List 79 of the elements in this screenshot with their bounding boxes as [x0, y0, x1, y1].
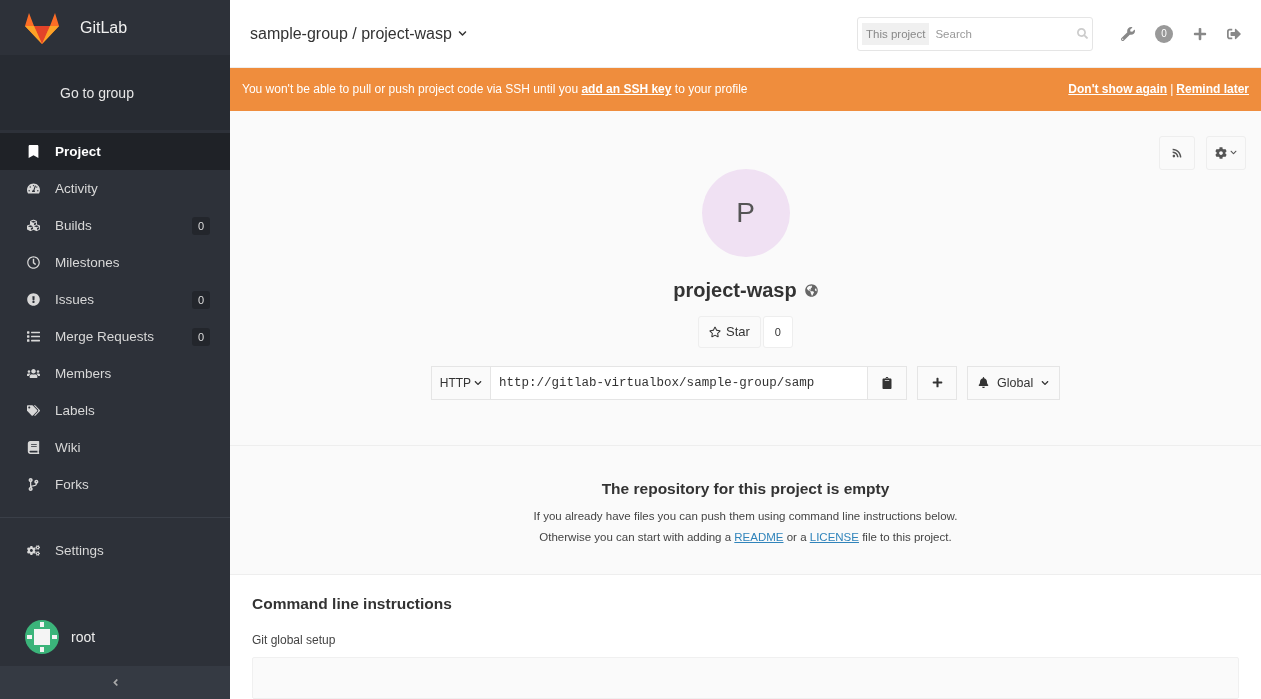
subsection-heading: Git global setup: [252, 633, 337, 647]
sidebar-item[interactable]: Project: [0, 133, 230, 170]
clock-icon: [27, 256, 40, 269]
sidebar-item[interactable]: Forks: [0, 466, 230, 503]
readme-link[interactable]: README: [734, 530, 784, 543]
search-field[interactable]: Search: [933, 26, 1073, 41]
sidebar-item-label: Issues: [55, 292, 96, 307]
count-badge: 0: [191, 290, 210, 309]
clipboard-icon: [881, 376, 894, 389]
copy-button[interactable]: [867, 365, 908, 400]
settings-dropdown-button[interactable]: [1206, 135, 1246, 170]
wrench-icon[interactable]: [1121, 26, 1135, 41]
empty-repo-text: Otherwise you can start with adding a README or a LICENSE file to this project.: [539, 530, 952, 543]
star-button[interactable]: Star: [698, 315, 761, 348]
protocol-dropdown[interactable]: HTTP: [430, 365, 492, 400]
sidebar-item[interactable]: Wiki: [0, 429, 230, 466]
sidebar-item[interactable]: Milestones: [0, 244, 230, 281]
sidebar-item-label: Builds: [55, 218, 93, 233]
dashboard-icon: [27, 182, 40, 195]
notification-dropdown[interactable]: Global: [967, 365, 1061, 400]
user-name: root: [71, 629, 96, 645]
list-icon: [27, 330, 40, 343]
search-scope: This project: [862, 22, 930, 45]
empty-repo-title: The repository for this project is empty: [601, 479, 890, 498]
empty-repo-text: If you already have files you can push them using command line instructions below.: [533, 509, 958, 522]
globe-icon: [804, 283, 818, 297]
plus-icon[interactable]: [1193, 26, 1207, 41]
sidebar-item[interactable]: Members: [0, 355, 230, 392]
caret-icon: [1041, 378, 1050, 387]
tags-icon: [27, 404, 40, 417]
sidebar-item[interactable]: Builds 0: [0, 207, 230, 244]
sidebar-item-label: Forks: [55, 477, 90, 492]
bookmark-icon: [27, 145, 40, 158]
section-heading: Command line instructions: [252, 595, 453, 613]
count-badge: 0: [191, 216, 210, 235]
project-name: project-wasp: [673, 278, 797, 302]
cubes-icon: [27, 219, 40, 232]
sidebar-item[interactable]: Activity: [0, 170, 230, 207]
users-icon: [27, 367, 40, 380]
sign-out-icon[interactable]: [1227, 26, 1241, 41]
project-avatar: P: [701, 168, 790, 257]
link-separator: |: [1170, 82, 1174, 97]
sidebar-item[interactable]: Labels: [0, 392, 230, 429]
sidebar-item-label: Project: [55, 144, 102, 159]
caret-icon: [1230, 149, 1237, 157]
license-link[interactable]: LICENSE: [809, 530, 859, 543]
clone-url-field[interactable]: http://gitlab-virtualbox/sample-group/samp: [491, 365, 868, 400]
fork-icon: [27, 478, 40, 491]
sidebar-item-label: Activity: [55, 181, 99, 196]
sidebar-item-label: Members: [55, 366, 113, 381]
search-icon: [1077, 28, 1088, 39]
exclamation-icon: [27, 293, 40, 306]
sidebar-item-label: Settings: [55, 543, 105, 558]
rss-icon: [1172, 147, 1182, 158]
star-icon: [709, 325, 721, 338]
user-profile[interactable]: root: [0, 620, 230, 666]
ssh-warning-text: You won't be able to pull or push project code via SSH until you add an SSH key to your profile: [242, 82, 748, 97]
sidebar-item[interactable]: Settings: [0, 532, 230, 569]
bell-icon: [978, 377, 990, 389]
add-button[interactable]: [917, 365, 958, 400]
count-badge: 0: [191, 327, 210, 346]
brand-name: GitLab: [80, 18, 128, 37]
sidebar-item[interactable]: Merge Requests 0: [0, 318, 230, 355]
sidebar-item-label: Merge Requests: [55, 329, 156, 344]
plus-icon: [931, 377, 943, 389]
go-to-group-link[interactable]: Go to group: [0, 55, 230, 130]
star-count: 0: [762, 315, 793, 348]
sidebar-item[interactable]: Issues 0: [0, 281, 230, 318]
book-icon: [27, 441, 40, 454]
logo-icon[interactable]: [24, 11, 60, 44]
sidebar-item-label: Labels: [55, 403, 96, 418]
rss-button[interactable]: [1159, 135, 1195, 170]
sidebar-item-label: Wiki: [55, 440, 82, 455]
caret-icon: [457, 29, 467, 38]
settings-icon: [1215, 146, 1227, 159]
caret-icon: [474, 378, 483, 387]
sidebar-item-label: Milestones: [55, 255, 121, 270]
user-avatar[interactable]: [25, 620, 59, 654]
gears-icon: [27, 544, 40, 557]
